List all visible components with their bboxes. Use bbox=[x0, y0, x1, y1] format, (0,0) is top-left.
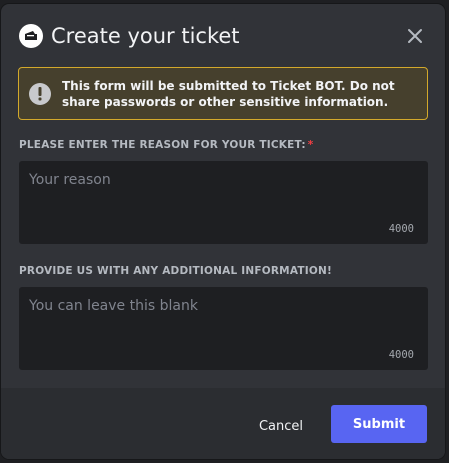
reason-input[interactable] bbox=[19, 161, 428, 244]
ticket-icon bbox=[19, 24, 43, 48]
required-marker: * bbox=[307, 139, 314, 151]
close-button[interactable] bbox=[403, 26, 427, 50]
create-ticket-modal: Create your ticket This form will be sub… bbox=[1, 4, 445, 459]
additional-info-field[interactable]: 4000 bbox=[19, 287, 428, 370]
reason-label-text: PLEASE ENTER THE REASON FOR YOUR TICKET: bbox=[19, 139, 306, 151]
exclamation-icon bbox=[29, 82, 51, 105]
warning-banner: This form will be submitted to Ticket BO… bbox=[18, 67, 428, 120]
reason-label: PLEASE ENTER THE REASON FOR YOUR TICKET:… bbox=[19, 139, 313, 151]
additional-info-input[interactable] bbox=[19, 287, 428, 370]
cancel-button[interactable]: Cancel bbox=[243, 407, 319, 445]
close-icon bbox=[407, 28, 423, 48]
warning-text: This form will be submitted to Ticket BO… bbox=[62, 78, 395, 109]
modal-title: Create your ticket bbox=[51, 24, 240, 48]
additional-info-label: PROVIDE US WITH ANY ADDITIONAL INFORMATI… bbox=[19, 265, 332, 277]
modal-footer: Cancel Submit bbox=[1, 388, 445, 459]
submit-button[interactable]: Submit bbox=[331, 405, 427, 443]
additional-info-char-counter: 4000 bbox=[388, 349, 414, 361]
reason-char-counter: 4000 bbox=[388, 223, 414, 235]
title-group: Create your ticket bbox=[19, 22, 240, 50]
modal-header: Create your ticket bbox=[1, 4, 445, 68]
reason-field[interactable]: 4000 bbox=[19, 161, 428, 244]
